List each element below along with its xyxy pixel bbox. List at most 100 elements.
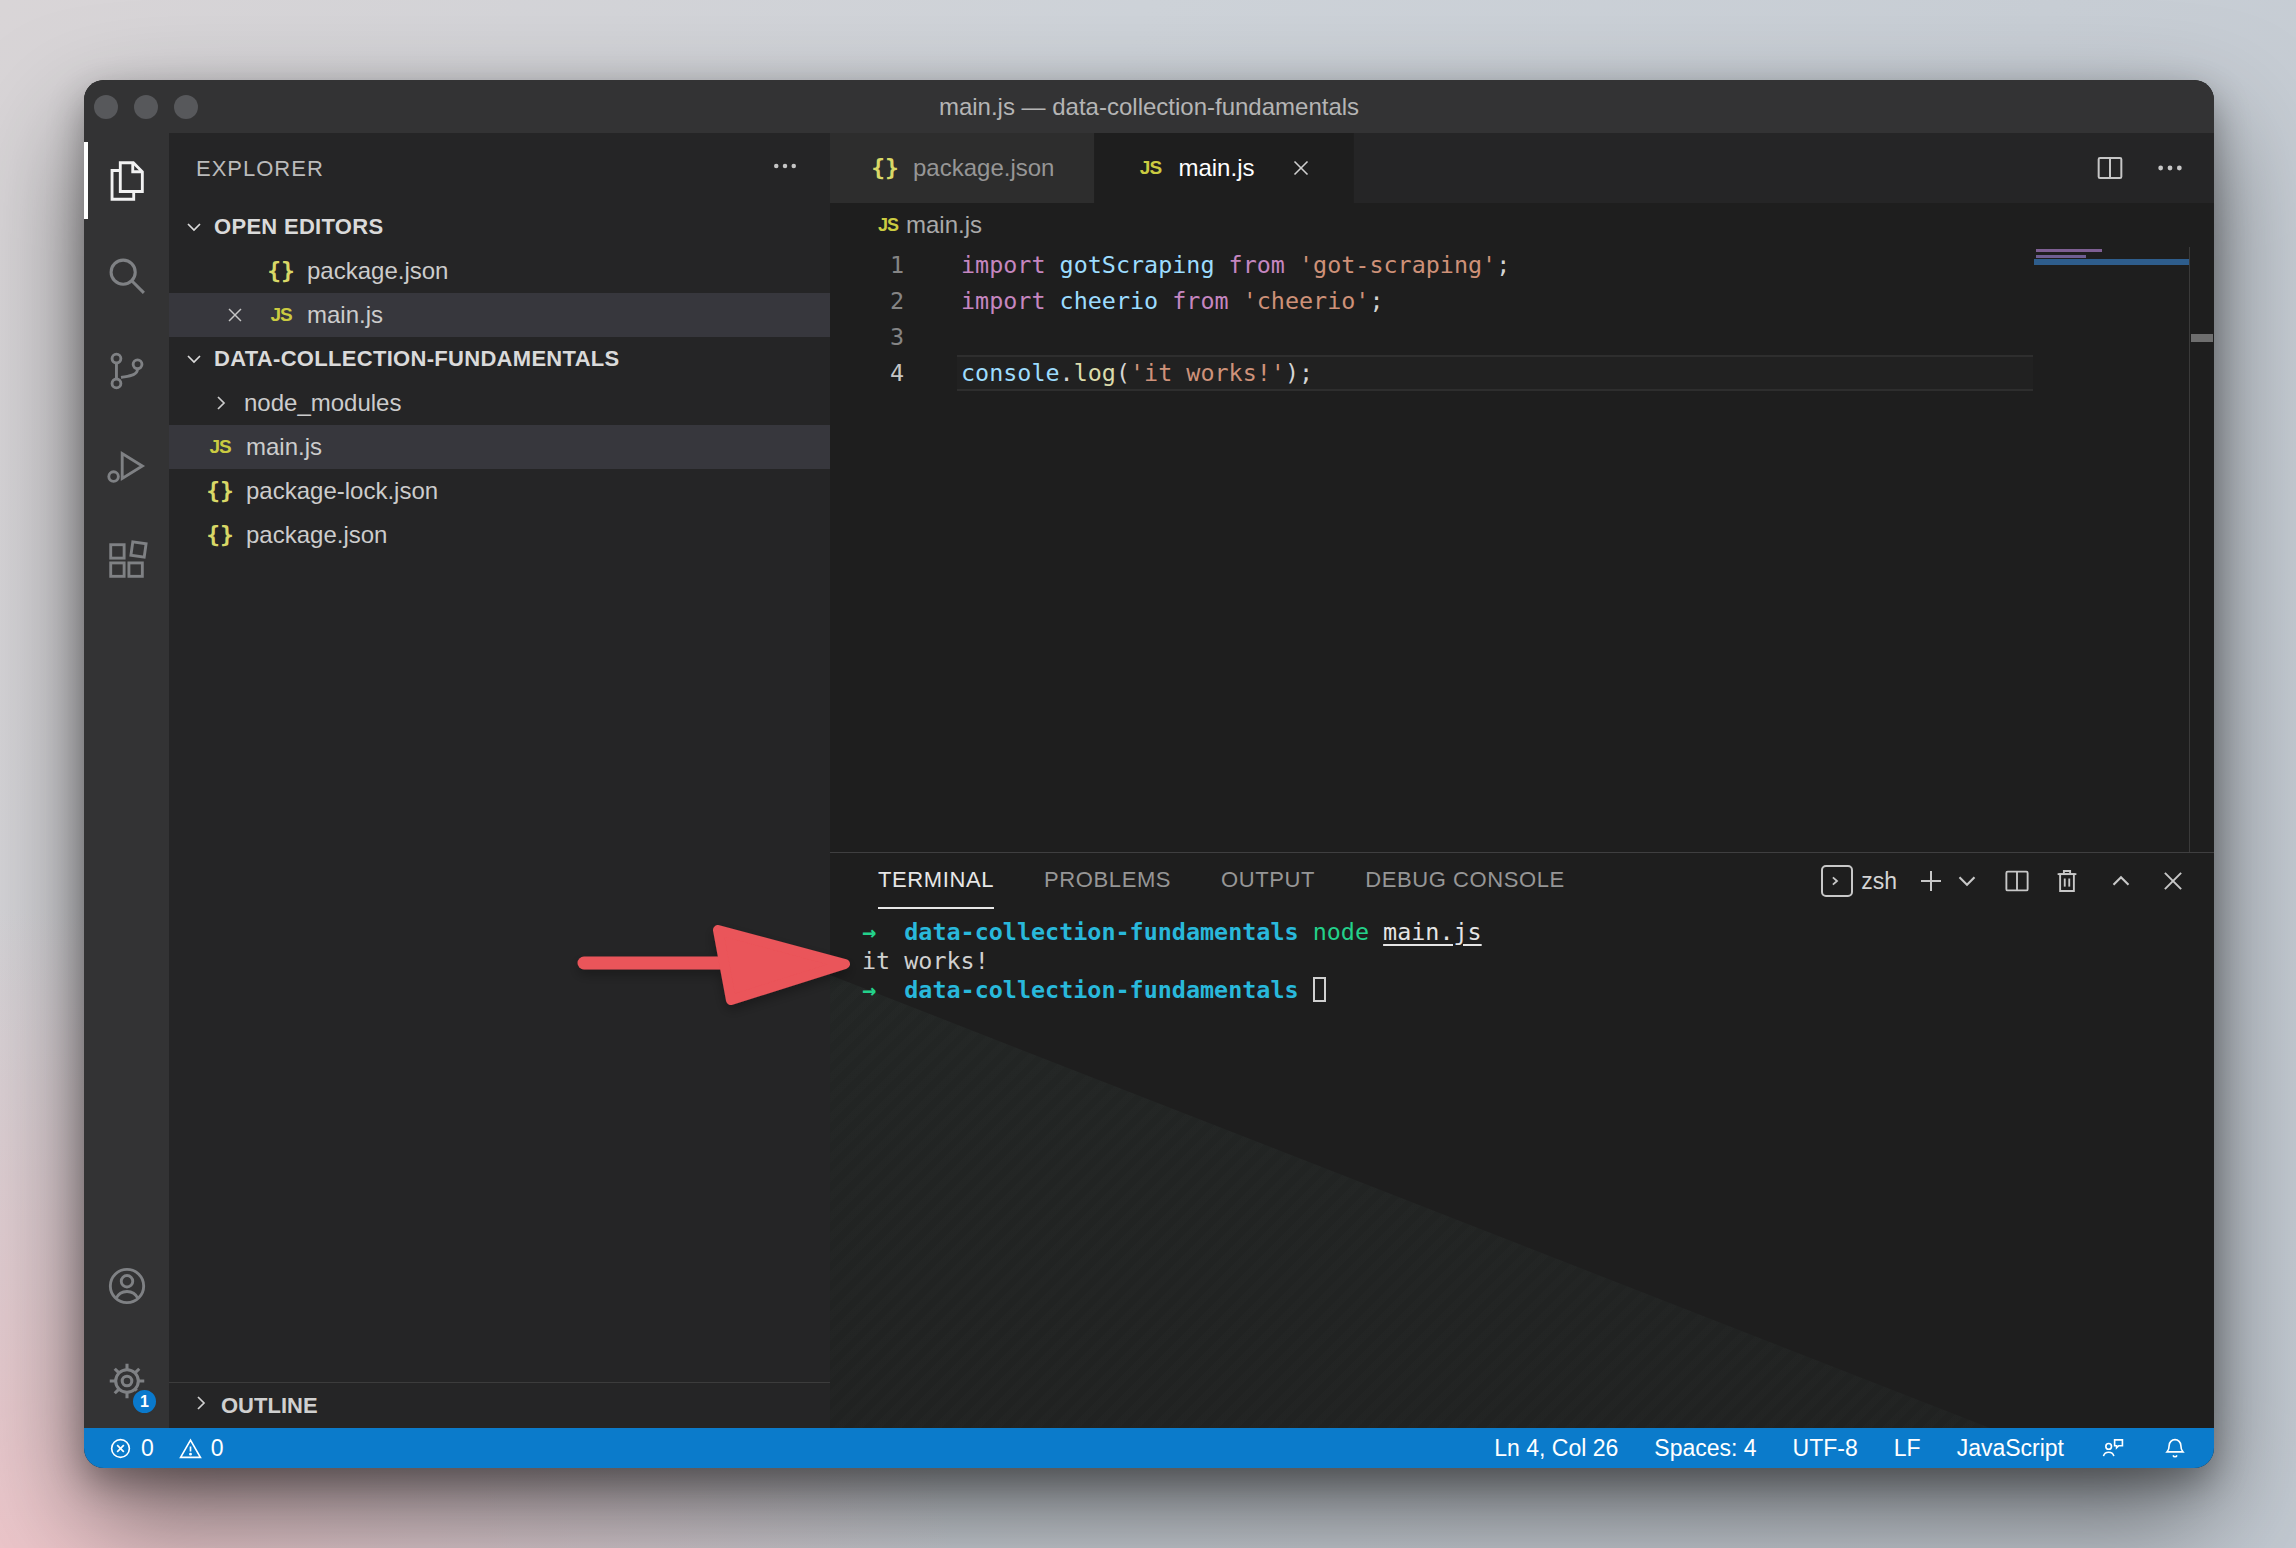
bell-icon[interactable] bbox=[2162, 1435, 2188, 1461]
activity-bar-item-run-debug[interactable] bbox=[84, 418, 169, 513]
minimap[interactable] bbox=[2034, 247, 2190, 852]
section-header[interactable]: DATA-COLLECTION-FUNDAMENTALS bbox=[169, 337, 830, 381]
overview-ruler-cursor-marker bbox=[2191, 334, 2213, 342]
outline-label: OUTLINE bbox=[221, 1393, 318, 1419]
file-label: package-lock.json bbox=[246, 477, 438, 505]
files-icon bbox=[104, 158, 150, 204]
open-editor-main.js[interactable]: JSmain.js bbox=[169, 293, 830, 337]
kill-terminal-button[interactable] bbox=[2052, 866, 2082, 896]
feedback-icon[interactable] bbox=[2100, 1435, 2126, 1461]
window-title: main.js — data-collection-fundamentals bbox=[84, 80, 2214, 133]
outline-section-header[interactable]: OUTLINE bbox=[169, 1382, 830, 1428]
tab-label: package.json bbox=[913, 154, 1054, 182]
activity-bar-item-accounts[interactable] bbox=[84, 1238, 169, 1333]
close-panel-button[interactable] bbox=[2158, 866, 2188, 896]
terminal-line-1: → data-collection-fundamentals node main… bbox=[862, 918, 2214, 947]
code-editor[interactable]: 1import gotScraping from 'got-scraping';… bbox=[830, 247, 2214, 852]
tab-label: main.js bbox=[1178, 154, 1254, 182]
account-icon bbox=[104, 1263, 150, 1309]
breadcrumb[interactable]: JS main.js bbox=[830, 203, 2214, 247]
status-item[interactable]: JavaScript bbox=[1957, 1435, 2064, 1462]
code-text bbox=[904, 319, 961, 355]
file-main.js[interactable]: JSmain.js bbox=[169, 425, 830, 469]
line-number: 1 bbox=[830, 247, 904, 283]
activity-bar-item-search[interactable] bbox=[84, 228, 169, 323]
new-terminal-button[interactable] bbox=[1916, 866, 1946, 896]
panel-tab-problems[interactable]: PROBLEMS bbox=[1044, 853, 1171, 909]
json-icon: {} bbox=[205, 522, 235, 548]
terminal-icon bbox=[1821, 865, 1853, 897]
shell-label: zsh bbox=[1861, 868, 1897, 895]
json-icon: {} bbox=[870, 155, 900, 181]
editor-tab-main.js[interactable]: JS main.js bbox=[1095, 133, 1354, 203]
section-label: DATA-COLLECTION-FUNDAMENTALS bbox=[214, 346, 620, 372]
section-label: OPEN EDITORS bbox=[214, 214, 383, 240]
activity-bar-item-settings[interactable]: 1 bbox=[84, 1333, 169, 1428]
code-line-3[interactable]: 3 bbox=[830, 319, 2214, 355]
panel-tab-terminal[interactable]: TERMINAL bbox=[878, 853, 994, 909]
status-errors[interactable]: 0 bbox=[108, 1435, 154, 1462]
window-titlebar[interactable]: main.js — data-collection-fundamentals bbox=[84, 80, 2214, 133]
activity-bar-item-extensions[interactable] bbox=[84, 513, 169, 608]
ellipsis-icon bbox=[770, 151, 800, 181]
explorer-sidebar: EXPLORER OPEN EDITORS{}package.jsonJSmai… bbox=[169, 133, 830, 1428]
status-item[interactable]: Spaces: 4 bbox=[1654, 1435, 1756, 1462]
terminal-line-2: it works! bbox=[862, 947, 2214, 976]
count: 0 bbox=[141, 1435, 154, 1462]
maximize-panel-button[interactable] bbox=[2106, 866, 2136, 896]
chevron-right-icon bbox=[189, 1391, 213, 1415]
error-icon bbox=[108, 1436, 133, 1461]
terminal-dropdown[interactable] bbox=[1952, 866, 1982, 896]
terminal-line-3: → data-collection-fundamentals bbox=[862, 976, 2214, 1005]
panel-tab-debug-console[interactable]: DEBUG CONSOLE bbox=[1365, 853, 1565, 909]
chevron-down-icon bbox=[182, 347, 206, 371]
status-warnings[interactable]: 0 bbox=[178, 1435, 224, 1462]
folder-node_modules[interactable]: node_modules bbox=[169, 381, 830, 425]
open-editor-package.json[interactable]: {}package.json bbox=[169, 249, 830, 293]
js-file-icon: JS bbox=[878, 215, 898, 236]
status-item[interactable]: UTF-8 bbox=[1793, 1435, 1858, 1462]
line-number: 3 bbox=[830, 319, 904, 355]
close-icon[interactable] bbox=[221, 304, 249, 326]
line-number: 2 bbox=[830, 283, 904, 319]
activity-bar-item-source-control[interactable] bbox=[84, 323, 169, 418]
line-number: 4 bbox=[830, 355, 904, 391]
split-terminal-button[interactable] bbox=[2002, 866, 2032, 896]
more-editor-actions[interactable] bbox=[2154, 152, 2186, 184]
file-label: main.js bbox=[246, 433, 322, 461]
chevron-down-icon bbox=[182, 215, 206, 239]
panel-tab-output[interactable]: OUTPUT bbox=[1221, 853, 1315, 909]
file-label: node_modules bbox=[244, 389, 401, 417]
sidebar-title: EXPLORER bbox=[196, 156, 324, 182]
activity-bar-item-explorer[interactable] bbox=[84, 133, 169, 228]
status-item[interactable]: Ln 4, Col 26 bbox=[1494, 1435, 1618, 1462]
code-line-2[interactable]: 2import cheerio from 'cheerio'; bbox=[830, 283, 2214, 319]
close-tab-icon[interactable] bbox=[1289, 156, 1313, 180]
js-icon: JS bbox=[266, 304, 296, 326]
breadcrumb-file: main.js bbox=[906, 211, 982, 239]
more-actions-icon[interactable] bbox=[770, 151, 800, 187]
code-line-1[interactable]: 1import gotScraping from 'got-scraping'; bbox=[830, 247, 2214, 283]
section-header[interactable]: OPEN EDITORS bbox=[169, 205, 830, 249]
overview-ruler bbox=[2189, 247, 2190, 852]
editor-tab-package.json[interactable]: {} package.json bbox=[830, 133, 1095, 203]
file-package-lock.json[interactable]: {}package-lock.json bbox=[169, 469, 830, 513]
editor-tab-bar: {} package.json JS main.js bbox=[830, 133, 2214, 203]
launch-profile[interactable]: zsh bbox=[1821, 865, 1897, 897]
json-icon: {} bbox=[266, 258, 296, 284]
chevron-right-icon bbox=[189, 1391, 213, 1421]
terminal-watermark bbox=[830, 975, 1990, 1428]
vscode-window: main.js — data-collection-fundamentals 1… bbox=[84, 80, 2214, 1468]
search-icon bbox=[104, 253, 150, 299]
run-debug-icon bbox=[104, 443, 150, 489]
js-icon: JS bbox=[1135, 157, 1165, 179]
file-package.json[interactable]: {}package.json bbox=[169, 513, 830, 557]
terminal-content[interactable]: → data-collection-fundamentals node main… bbox=[830, 909, 2214, 1005]
status-bar: 00 Ln 4, Col 26 Spaces: 4 UTF-8 LF JavaScrip… bbox=[84, 1428, 2214, 1468]
split-editor-button[interactable] bbox=[2094, 152, 2126, 184]
status-item[interactable]: LF bbox=[1894, 1435, 1921, 1462]
panel-tab-bar: TERMINAL PROBLEMS OUTPUT DEBUG CONSOLE zsh bbox=[830, 853, 2214, 909]
terminal-panel: TERMINAL PROBLEMS OUTPUT DEBUG CONSOLE zsh →… bbox=[830, 852, 2214, 1428]
chevron-right-icon bbox=[209, 391, 233, 415]
sidebar-header: EXPLORER bbox=[169, 133, 830, 205]
